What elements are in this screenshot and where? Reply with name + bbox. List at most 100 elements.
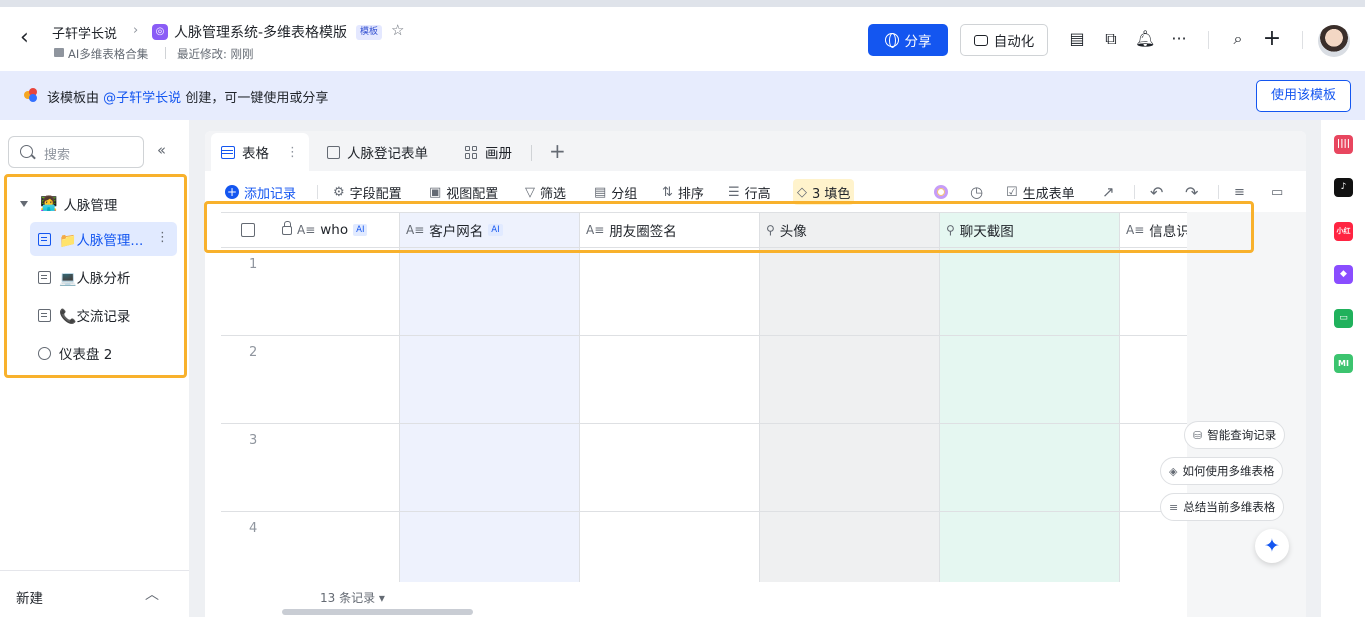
page-title[interactable]: 人脉管理系统-多维表格模版 <box>174 22 347 42</box>
view-tab-bar: 表格 ⋮ 人脉登记表单 画册 + <box>205 131 1306 171</box>
xiaohongshu-icon[interactable]: 小红书 <box>1334 222 1353 254</box>
document-icon[interactable]: ▤ <box>1067 29 1087 49</box>
location-link[interactable]: AI多维表格合集 <box>68 46 148 62</box>
graduation-cap-icon: ◈ <box>1169 464 1178 478</box>
generate-form-label: 生成表单 <box>1022 186 1075 202</box>
chevron-up-icon[interactable]: ︿ <box>145 584 159 604</box>
sort-label: 排序 <box>677 186 704 202</box>
row-number: 1 <box>249 257 258 272</box>
gear-icon: ⚙ <box>333 184 345 200</box>
banner-prefix: 该模板由 <box>47 91 100 106</box>
form-icon <box>327 145 340 159</box>
breadcrumb-separator: › <box>133 23 139 38</box>
grid-right-area <box>1187 212 1306 617</box>
tab-table[interactable]: 表格 ⋮ <box>211 133 309 171</box>
row-number: 3 <box>249 433 258 448</box>
wave-app-icon[interactable]: |||| <box>1334 135 1353 154</box>
plugin-icon[interactable]: ⧉ <box>1101 29 1121 49</box>
row-number: 2 <box>249 345 258 360</box>
row-height-icon: ☰ <box>728 184 740 200</box>
douyin-icon[interactable]: ♪ <box>1334 178 1353 197</box>
share-arrow-icon: ↗ <box>1102 183 1115 201</box>
view-config-label: 视图配置 <box>446 186 499 202</box>
row-height-label: 行高 <box>744 186 771 202</box>
green-app-icon[interactable]: ▭ <box>1334 309 1353 328</box>
add-icon[interactable]: + <box>1262 28 1282 50</box>
highlight-frame <box>4 174 187 378</box>
horizontal-scrollbar[interactable] <box>282 609 473 615</box>
row-number: 4 <box>249 521 258 536</box>
field-config-label: 字段配置 <box>349 186 402 202</box>
banner-suffix: 创建，可一键使用或分享 <box>185 91 329 106</box>
column-who: A≡ who AI <box>221 212 400 582</box>
ai-ring-icon <box>934 185 948 199</box>
search-input[interactable]: 搜索 <box>8 136 144 168</box>
column-chat-screenshot: ⚲ 聊天截图 <box>940 212 1120 582</box>
author-mention[interactable]: @子轩学长说 <box>103 91 181 106</box>
bell-icon[interactable]: 🔔︎ <box>1135 29 1155 49</box>
comment-button[interactable]: ▭ <box>1271 179 1283 205</box>
robot-icon <box>973 34 988 46</box>
ai-spark-button[interactable]: ✦ <box>1255 529 1289 563</box>
view-config-icon: ▣ <box>429 184 442 200</box>
sidebar-footer: 新建 ︿ <box>0 570 189 617</box>
plus-icon: + <box>225 185 239 199</box>
helper-label: 总结当前多维表格 <box>1183 500 1276 514</box>
record-count-dropdown[interactable]: 13 条记录 ▾ <box>320 589 385 606</box>
more-icon[interactable]: ⋮ <box>286 145 299 160</box>
paint-bucket-icon: ◇ <box>797 184 807 200</box>
column-avatar: ⚲ 头像 <box>760 212 940 582</box>
smart-query-button[interactable]: ⛁ 智能查询记录 <box>1184 421 1286 449</box>
table-icon <box>221 145 235 159</box>
base-app-icon: ◎ <box>152 24 168 40</box>
row-divider <box>221 511 1187 512</box>
fill-color-label: 3 填色 <box>812 186 851 202</box>
redo-icon: ↷ <box>1185 182 1199 202</box>
tab-label: 人脉登记表单 <box>347 146 428 162</box>
filter-label: 筛选 <box>540 186 567 202</box>
summarize-button[interactable]: ≡ 总结当前多维表格 <box>1160 493 1285 521</box>
sort-icon: ⇅ <box>662 184 673 200</box>
breadcrumb-root[interactable]: 子轩学长说 <box>52 23 117 42</box>
data-grid: A≡ who AI A≡ 客户网名 AI A≡ 朋友圈签名 ⚲ 头像 ⚲ 聊天截… <box>221 212 1187 582</box>
divider <box>1218 185 1219 199</box>
divider <box>1208 31 1209 49</box>
gallery-icon <box>465 145 478 159</box>
new-button[interactable]: 新建 <box>16 587 43 607</box>
tab-form[interactable]: 人脉登记表单 <box>317 133 438 171</box>
column-moments-signature: A≡ 朋友圈签名 <box>580 212 760 582</box>
divider <box>165 47 166 59</box>
last-modified: 最近修改: 刚刚 <box>177 47 254 61</box>
add-view-icon[interactable]: + <box>549 139 566 163</box>
how-to-use-button[interactable]: ◈ 如何使用多维表格 <box>1160 457 1284 485</box>
more-icon[interactable]: ··· <box>1169 29 1189 49</box>
automation-button[interactable]: 自动化 <box>960 24 1048 56</box>
grid-footer: 13 条记录 ▾ <box>205 582 1187 617</box>
purple-app-icon[interactable]: ◆ <box>1334 265 1353 284</box>
share-button[interactable]: 分享 <box>868 24 948 56</box>
use-template-button[interactable]: 使用该模板 <box>1256 80 1351 112</box>
right-app-rail: |||| ♪ 小红书 ◆ ▭ MI <box>1321 120 1365 617</box>
top-strip <box>0 0 1365 7</box>
collapse-sidebar-icon[interactable]: ‹‹ <box>157 141 166 159</box>
divider <box>531 145 532 161</box>
mi-app-icon[interactable]: MI <box>1334 354 1353 373</box>
find-icon: ≡ <box>1234 184 1245 200</box>
tab-label: 表格 <box>242 146 269 162</box>
add-record-label: 添加记录 <box>244 186 297 202</box>
helper-label: 智能查询记录 <box>1207 428 1277 442</box>
header: ‹ 子轩学长说 › ◎ 人脉管理系统-多维表格模版 模板 ☆ AI多维表格合集 … <box>0 7 1365 71</box>
column-client-nickname: A≡ 客户网名 AI <box>400 212 580 582</box>
tab-label: 画册 <box>485 146 512 162</box>
avatar[interactable] <box>1318 25 1350 57</box>
template-logo-icon <box>24 88 38 102</box>
search-icon[interactable]: ⌕ <box>1228 29 1248 49</box>
back-button[interactable]: ‹ <box>20 27 38 51</box>
group-icon: ▤ <box>594 184 607 200</box>
tab-gallery[interactable]: 画册 <box>455 133 522 171</box>
filter-icon: ▽ <box>525 184 535 200</box>
divider <box>317 185 318 199</box>
divider <box>1302 31 1303 49</box>
star-icon[interactable]: ☆ <box>391 21 404 39</box>
row-divider <box>221 423 1187 424</box>
